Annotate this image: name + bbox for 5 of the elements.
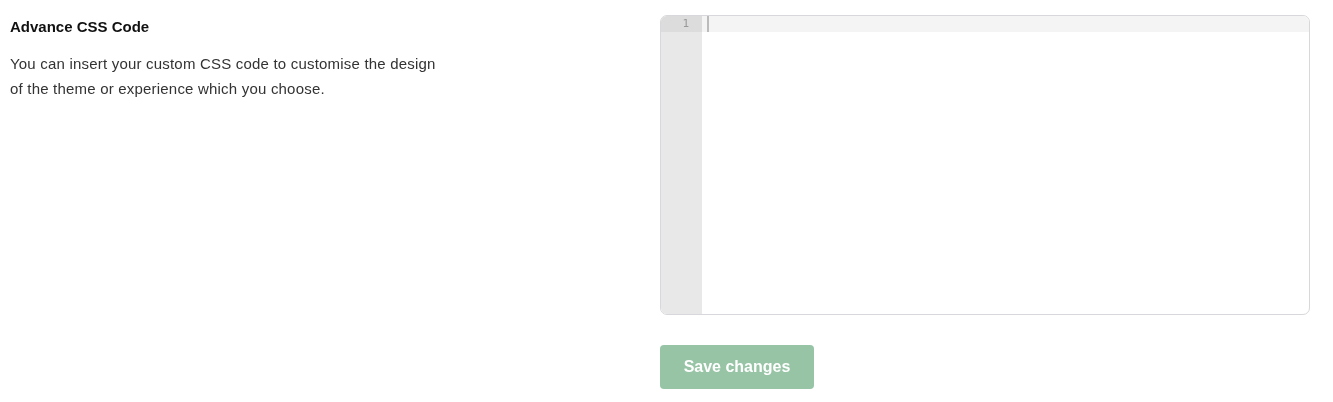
- line-number: 1: [661, 16, 702, 32]
- section-description: You can insert your custom CSS code to customise the design of the theme or experience which you choose.: [10, 54, 437, 99]
- text-cursor: [707, 16, 709, 32]
- code-editor[interactable]: 1: [660, 15, 1310, 315]
- section-title: Advance CSS Code: [10, 18, 151, 35]
